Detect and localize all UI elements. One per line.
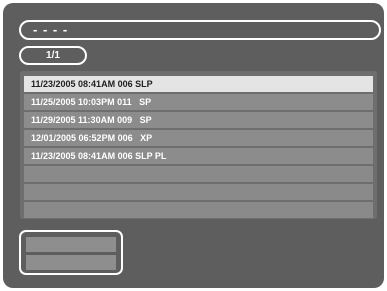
menu-screen: - - - - 1/1 11/23/2005 08:41AM 006 SLP 1… [3, 3, 384, 288]
list-item[interactable] [24, 166, 373, 182]
title-field[interactable]: - - - - [19, 20, 381, 40]
list-item[interactable]: 11/23/2005 08:41AM 006 SLP PL [24, 148, 373, 164]
list-item[interactable] [24, 184, 373, 200]
list-item[interactable]: 12/01/2005 06:52PM 006 XP [24, 130, 373, 146]
list-item[interactable]: 11/25/2005 10:03PM 011 SP [24, 94, 373, 110]
list-item[interactable]: 11/23/2005 08:41AM 006 SLP [24, 76, 373, 92]
list-item[interactable] [24, 202, 373, 218]
action-button-1[interactable] [26, 237, 116, 252]
recording-list: 11/23/2005 08:41AM 006 SLP 11/25/2005 10… [20, 71, 377, 219]
list-item[interactable]: 11/29/2005 11:30AM 009 SP [24, 112, 373, 128]
action-button-2[interactable] [26, 255, 116, 270]
page-indicator[interactable]: 1/1 [19, 46, 87, 65]
action-button-group [19, 230, 123, 275]
